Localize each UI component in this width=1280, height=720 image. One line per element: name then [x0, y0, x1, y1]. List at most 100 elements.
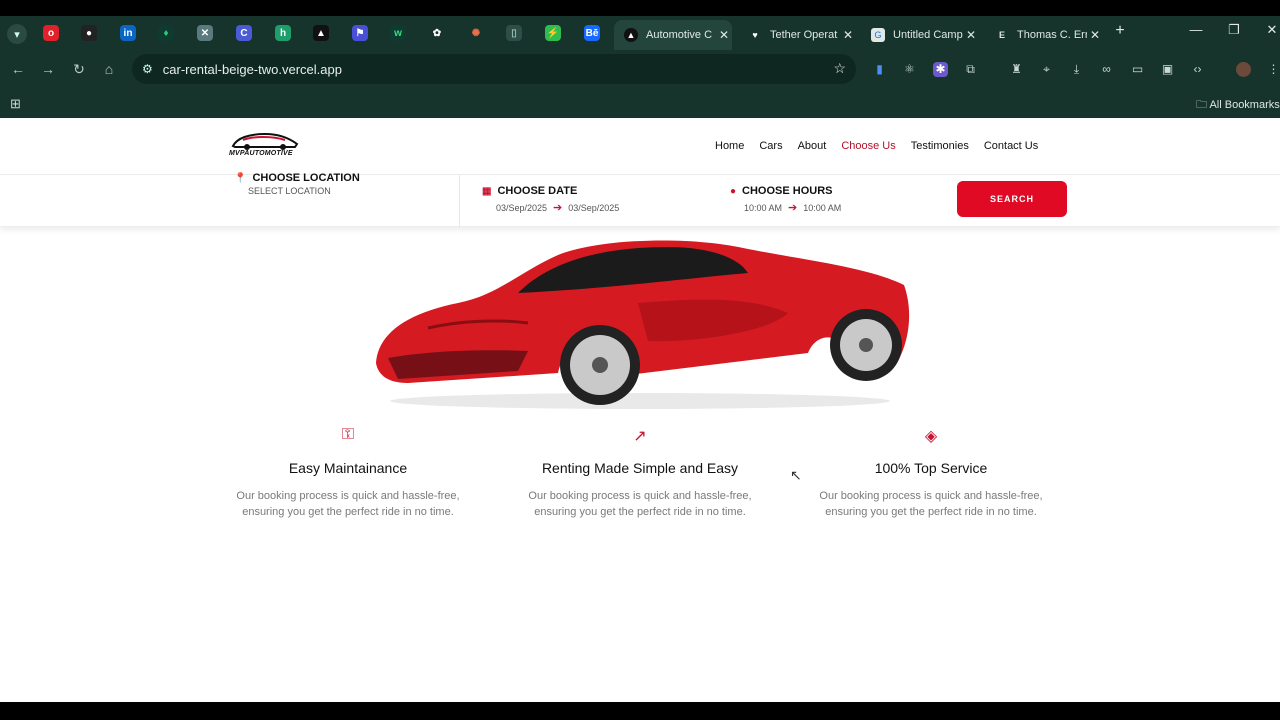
bookmarks-bar: ⊞ 🗀 All Bookmarks	[0, 88, 1280, 118]
vercel-icon: ▲	[624, 28, 638, 42]
clock-icon: ●	[730, 185, 737, 197]
feature-easy-maintainance: ⚿ Easy Maintainance Our booking process …	[218, 426, 478, 520]
github-icon[interactable]: ●	[81, 25, 97, 41]
minimize-icon[interactable]: —	[1184, 22, 1208, 37]
feature-renting-simple: ↗ Renting Made Simple and Easy Our booki…	[510, 426, 770, 520]
feature-top-service: ◈ 100% Top Service Our booking process i…	[801, 426, 1061, 520]
linkedin-icon[interactable]: in	[120, 25, 136, 41]
back-icon[interactable]: ←	[9, 61, 27, 77]
trend-up-icon: ↗	[633, 428, 647, 445]
location-icon[interactable]: ⌖	[1039, 62, 1054, 77]
menu-kebab-icon[interactable]: ⋮	[1266, 62, 1280, 77]
link-icon[interactable]: ∞	[1099, 62, 1114, 77]
hours-to[interactable]: 10:00 AM	[803, 203, 841, 213]
window-close-icon[interactable]: ✕	[1260, 22, 1280, 38]
heart-icon: ♥	[752, 30, 758, 40]
date-field[interactable]: ▦ CHOOSE DATE 03/Sep/2025 ➔ 03/Sep/2025	[482, 185, 619, 214]
vercel-icon[interactable]: ▲	[313, 25, 329, 41]
x-grid-icon[interactable]: ✕	[197, 25, 213, 41]
main-menu: Home Cars About Choose Us Testimonies Co…	[715, 140, 1053, 152]
c-icon[interactable]: C	[236, 25, 252, 41]
cast-icon[interactable]: ▭	[1130, 62, 1145, 77]
date-to[interactable]: 03/Sep/2025	[568, 203, 619, 213]
booking-search-bar: 📍 CHOOSE LOCATION SELECT LOCATION ▦ CHOOSE…	[0, 172, 1280, 227]
tab-untitled-camp[interactable]: G Untitled Camp ✕	[861, 20, 979, 50]
nav-about[interactable]: About	[798, 140, 827, 152]
bolt-icon[interactable]: ⚡	[545, 25, 561, 41]
red-sports-car-image	[376, 240, 910, 409]
calendar-icon: ▦	[482, 185, 492, 197]
logo-text: MVPAUTOMOTIVE	[229, 150, 293, 157]
h-icon[interactable]: h	[275, 25, 291, 41]
leaf-icon[interactable]: ♦	[158, 25, 174, 41]
download-icon[interactable]: ⤓	[1069, 62, 1084, 77]
close-icon[interactable]: ✕	[716, 28, 732, 42]
site-info-icon[interactable]: ⚙	[142, 62, 153, 76]
tab-tether[interactable]: ♥ Tether Operat ✕	[738, 20, 856, 50]
tab-search-icon[interactable]: ▾	[7, 24, 27, 44]
map-pin-icon: 📍	[234, 172, 247, 184]
address-bar[interactable]: ⚙ car-rental-beige-two.vercel.app ☆	[132, 54, 856, 84]
date-from[interactable]: 03/Sep/2025	[496, 203, 547, 213]
close-icon[interactable]: ✕	[1087, 28, 1103, 42]
arrow-right-icon: ➔	[788, 202, 798, 214]
site-navbar: MVPAUTOMOTIVE Home Cars About Choose Us …	[0, 118, 1280, 175]
feature-text: Our booking process is quick and hassle-…	[236, 490, 460, 518]
address-row: ← → ↻ ⌂ ⚙ car-rental-beige-two.vercel.ap…	[0, 50, 1280, 88]
openai-icon[interactable]: ✿	[429, 25, 445, 41]
feature-title: 100% Top Service	[874, 460, 988, 476]
screen-bottom-edge	[0, 702, 1280, 720]
browser-chrome: ▾ o ● in ♦ ✕ C h ▲ ⚑ w ✿ ✺ ▯ ⚡ Bē ▲ Auto…	[0, 16, 1280, 118]
nav-choose-us[interactable]: Choose Us	[841, 140, 895, 152]
feature-text: Our booking process is quick and hassle-…	[528, 490, 752, 518]
search-button[interactable]: SEARCH	[957, 181, 1067, 217]
react-devtools-icon[interactable]: ⚛	[902, 62, 917, 77]
opera-icon[interactable]: o	[43, 25, 59, 41]
close-icon[interactable]: ✕	[840, 28, 856, 42]
handshake-icon: ◈	[924, 428, 938, 445]
divider	[459, 175, 460, 227]
flag-icon[interactable]: ⚑	[352, 25, 368, 41]
restore-icon[interactable]: ❐	[1222, 22, 1246, 38]
extension-doc-icon[interactable]: ▮	[872, 62, 887, 77]
w-icon[interactable]: w	[390, 25, 406, 41]
nav-cars[interactable]: Cars	[759, 140, 782, 152]
tab-thomas[interactable]: E Thomas C. Err ✕	[985, 20, 1103, 50]
logo-car-icon	[231, 132, 299, 150]
extension-gear-icon[interactable]: ✱	[933, 62, 948, 77]
all-bookmarks[interactable]: 🗀 All Bookmarks	[1196, 96, 1280, 115]
bookmark-star-icon[interactable]: ☆	[833, 60, 846, 77]
forward-icon[interactable]: →	[39, 61, 57, 77]
extensions-puzzle-icon[interactable]: ⧉	[963, 62, 978, 77]
url-text: car-rental-beige-two.vercel.app	[162, 61, 342, 77]
nav-home[interactable]: Home	[715, 140, 744, 152]
feature-text: Our booking process is quick and hassle-…	[819, 490, 1043, 518]
location-field[interactable]: 📍 CHOOSE LOCATION SELECT LOCATION	[234, 172, 360, 196]
key-icon: ⚿	[341, 426, 355, 443]
new-tab-button[interactable]: +	[1108, 22, 1132, 40]
asterisk-icon[interactable]: ✺	[468, 25, 484, 41]
doc-icon[interactable]: ▯	[506, 25, 522, 41]
code-icon[interactable]: ‹›	[1190, 62, 1205, 77]
apps-grid-icon[interactable]: ⊞	[10, 96, 21, 112]
behance-icon[interactable]: Bē	[584, 25, 600, 41]
devices-icon[interactable]: ▣	[1160, 62, 1175, 77]
nav-testimonies[interactable]: Testimonies	[911, 140, 969, 152]
hours-from[interactable]: 10:00 AM	[744, 203, 782, 213]
hours-field[interactable]: ● CHOOSE HOURS 10:00 AM ➔ 10:00 AM	[730, 185, 841, 214]
google-icon: G	[871, 28, 885, 42]
e-icon: E	[998, 30, 1005, 40]
performance-icon[interactable]: ♜	[1009, 62, 1024, 77]
profile-avatar[interactable]	[1236, 62, 1251, 77]
close-icon[interactable]: ✕	[963, 28, 979, 42]
feature-title: Renting Made Simple and Easy	[541, 460, 739, 476]
tab-automotive[interactable]: ▲ Automotive C ✕	[614, 20, 732, 50]
location-select[interactable]: SELECT LOCATION	[248, 186, 331, 196]
site-logo[interactable]: MVPAUTOMOTIVE	[229, 130, 303, 160]
home-icon[interactable]: ⌂	[100, 61, 118, 77]
feature-title: Easy Maintainance	[288, 460, 408, 476]
nav-contact-us[interactable]: Contact Us	[984, 140, 1038, 152]
web-page: MVPAUTOMOTIVE Home Cars About Choose Us …	[0, 118, 1280, 702]
arrow-right-icon: ➔	[553, 202, 563, 214]
reload-icon[interactable]: ↻	[70, 61, 88, 78]
